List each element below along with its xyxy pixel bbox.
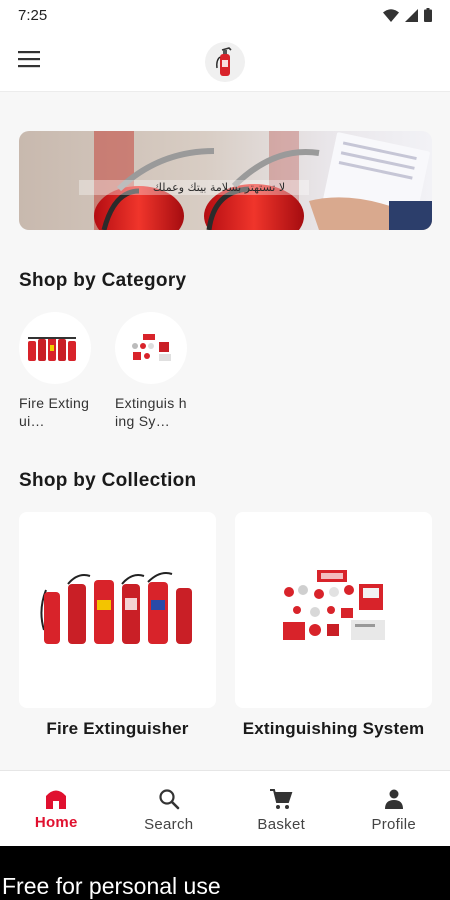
category-section-title: Shop by Category [19, 270, 187, 291]
signal-icon [405, 8, 418, 22]
collection-label: Extinguishing System [242, 719, 425, 738]
collection-card-extinguishing-system[interactable]: Extinguishing System [235, 512, 432, 739]
fire-extinguishers-thumbnail [28, 337, 76, 361]
fire-extinguishers-image [39, 572, 192, 644]
search-icon [159, 789, 180, 810]
nav-item-search[interactable]: Search [113, 771, 226, 846]
cart-icon [270, 789, 293, 809]
nav-label-search: Search [144, 816, 194, 833]
bottom-navigation: Home Search Basket Profile [0, 770, 450, 846]
watermark-text: Free for personal use [2, 873, 221, 899]
category-image [19, 312, 91, 384]
status-bar: 7:25 [0, 0, 450, 30]
collection-image [235, 512, 432, 708]
status-time: 7:25 [18, 6, 48, 24]
wifi-icon [383, 8, 399, 22]
category-item-extinguishing-system[interactable]: Extinguis hing Sy… [115, 312, 195, 430]
category-image [115, 312, 187, 384]
app-logo [205, 42, 245, 82]
extinguishing-system-image [282, 570, 385, 640]
nav-label-basket: Basket [257, 816, 306, 833]
category-label: Fire Extingui… [19, 395, 90, 429]
category-label: Extinguis hing Sy… [115, 395, 187, 429]
status-icons [383, 8, 432, 22]
hamburger-menu-icon [18, 51, 40, 68]
watermark-strip: Free for personal use [0, 846, 450, 900]
nav-label-home: Home [34, 814, 78, 831]
person-icon [384, 789, 403, 809]
collection-image [19, 512, 216, 708]
banner-image: لا تستهتر بسلامة بيتك وعملك [19, 131, 432, 230]
collection-section-title: Shop by Collection [19, 470, 197, 491]
collection-label: Fire Extinguisher [46, 719, 189, 738]
banner-text: لا تستهتر بسلامة بيتك وعملك [153, 181, 285, 194]
nav-label-profile: Profile [371, 816, 417, 833]
nav-item-basket[interactable]: Basket [225, 771, 338, 846]
home-icon [46, 790, 67, 809]
app-bar [0, 30, 450, 92]
category-item-fire-extinguisher[interactable]: Fire Extingui… [19, 312, 99, 430]
nav-item-profile[interactable]: Profile [338, 771, 450, 846]
promo-banner[interactable]: لا تستهتر بسلامة بيتك وعملك [19, 131, 432, 230]
extinguishing-system-thumbnail [132, 334, 171, 361]
collection-card-fire-extinguisher[interactable]: Fire Extinguisher [19, 512, 216, 739]
battery-icon [424, 8, 432, 22]
fire-extinguisher-logo-icon [216, 47, 232, 76]
menu-button[interactable] [18, 50, 42, 70]
nav-item-home[interactable]: Home [0, 771, 113, 846]
